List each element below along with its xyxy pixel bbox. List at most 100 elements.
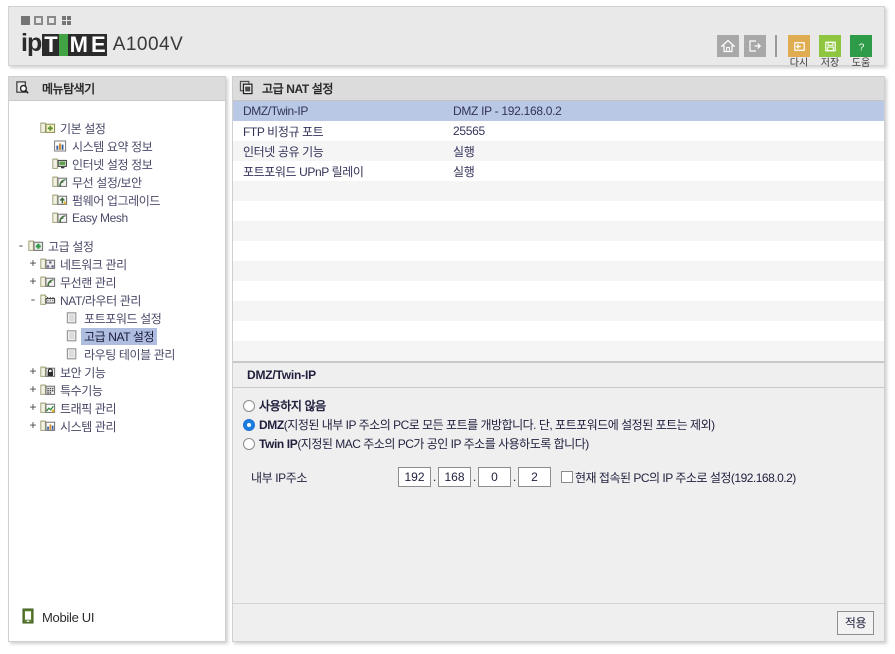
- expand-icon[interactable]: +: [27, 366, 39, 378]
- sidebar-item-6[interactable]: - 고급 설정: [9, 237, 225, 255]
- sidebar-item-9[interactable]: - NAT/라우터 관리: [9, 291, 225, 309]
- sidebar-item-label: Easy Mesh: [72, 211, 128, 225]
- wireless-icon: [51, 211, 69, 225]
- main-panel-title: 고급 NAT 설정: [262, 82, 333, 96]
- table-row[interactable]: 포트포워드 UPnP 릴레이 실행: [233, 161, 884, 181]
- expand-icon[interactable]: +: [27, 402, 39, 414]
- dmz-option-row-1[interactable]: DMZ (지정된 내부 IP 주소의 PC로 모든 포트를 개방합니다. 단, …: [243, 415, 884, 434]
- dmz-option-radio-0[interactable]: [243, 399, 255, 412]
- router-icon: [39, 293, 57, 307]
- expand-icon[interactable]: +: [27, 258, 39, 270]
- table-row-empty: [233, 201, 884, 221]
- save-button[interactable]: 저장: [817, 35, 843, 69]
- sidebar-header: 메뉴탐색기: [9, 77, 225, 101]
- monitor-icon: [51, 157, 69, 171]
- traffic-icon: [39, 401, 57, 415]
- help-icon[interactable]: ?: [850, 35, 872, 57]
- toolbar-divider: [775, 35, 777, 57]
- sidebar-item-10[interactable]: 포트포워드 설정: [9, 309, 225, 327]
- sidebar-item-15[interactable]: + 트래픽 관리: [9, 399, 225, 417]
- ip-octet-4[interactable]: [518, 467, 551, 487]
- use-current-pc-ip-checkbox-wrap[interactable]: 현재 접속된 PC의 IP 주소로 설정(192.168.0.2): [561, 469, 796, 486]
- sidebar-item-7[interactable]: + 네트워크 관리: [9, 255, 225, 273]
- table-row-empty: [233, 241, 884, 261]
- sidebar-item-12[interactable]: 라우팅 테이블 관리: [9, 345, 225, 363]
- reset-button-label: 다시: [789, 58, 809, 69]
- sidebar-item-5[interactable]: Easy Mesh: [9, 209, 225, 227]
- brand-logo: ip T M E A1004V: [21, 31, 183, 56]
- table-cell-value: DMZ IP - 192.168.0.2: [453, 104, 562, 118]
- brand-time-text: T M E: [42, 32, 107, 57]
- sidebar-item-label: 인터넷 설정 정보: [72, 157, 153, 172]
- sidebar-item-label: NAT/라우터 관리: [60, 293, 141, 308]
- help-button[interactable]: ? 도움: [848, 35, 874, 69]
- expand-icon[interactable]: +: [27, 276, 39, 288]
- sidebar-item-0[interactable]: 기본 설정: [9, 119, 225, 137]
- mobile-ui-link[interactable]: Mobile UI: [21, 608, 95, 627]
- collapse-icon[interactable]: -: [15, 240, 27, 252]
- chart-icon: [51, 139, 69, 153]
- table-row[interactable]: DMZ/Twin-IP DMZ IP - 192.168.0.2: [233, 101, 884, 121]
- sidebar-item-label: 무선 설정/보안: [72, 175, 142, 190]
- sidebar-item-label: 시스템 요약 정보: [72, 139, 153, 154]
- sidebar-item-3[interactable]: 무선 설정/보안: [9, 173, 225, 191]
- app-header: ip T M E A1004V 다시 저장 ? 도움: [8, 6, 885, 69]
- dmz-option-desc-1: (지정된 내부 IP 주소의 PC로 모든 포트를 개방합니다. 단, 포트포워…: [283, 418, 715, 432]
- sidebar-item-1[interactable]: 시스템 요약 정보: [9, 137, 225, 155]
- ip-octet-3[interactable]: [478, 467, 511, 487]
- ip-octet-1[interactable]: [398, 467, 431, 487]
- wireless-icon: [39, 275, 57, 289]
- table-row-empty: [233, 321, 884, 341]
- use-current-pc-ip-checkbox[interactable]: [561, 471, 573, 483]
- expand-icon[interactable]: +: [27, 384, 39, 396]
- sidebar-item-label: 시스템 관리: [60, 419, 117, 434]
- window-mark-filled: [21, 16, 30, 25]
- table-row[interactable]: 인터넷 공유 기능 실행: [233, 141, 884, 161]
- sidebar-item-11[interactable]: 고급 NAT 설정: [9, 327, 225, 345]
- brand-ip-text: ip: [21, 29, 42, 57]
- dmz-section-body: 사용하지 않음 DMZ (지정된 내부 IP 주소의 PC로 모든 포트를 개방합…: [233, 388, 884, 487]
- dmz-option-row-0[interactable]: 사용하지 않음: [243, 396, 884, 415]
- ip-separator-1: .: [432, 470, 437, 484]
- sidebar-item-label: 특수기능: [60, 383, 103, 398]
- nat-summary-table: DMZ/Twin-IP DMZ IP - 192.168.0.2 FTP 비정규 포…: [233, 101, 884, 362]
- collapse-icon[interactable]: -: [27, 294, 39, 306]
- window-mark-hollow-2: [47, 16, 56, 25]
- internal-ip-label: 내부 IP주소: [251, 470, 308, 485]
- ip-octet-2[interactable]: [438, 467, 471, 487]
- sidebar-item-label: 기본 설정: [60, 121, 106, 136]
- sidebar-item-8[interactable]: + 무선랜 관리: [9, 273, 225, 291]
- logout-icon[interactable]: [744, 35, 766, 57]
- table-row[interactable]: FTP 비정규 포트 25565: [233, 121, 884, 141]
- table-cell-value: 25565: [453, 124, 485, 138]
- save-icon[interactable]: [819, 35, 841, 57]
- sidebar-item-label: 고급 설정: [48, 239, 94, 254]
- table-cell-value: 실행: [453, 144, 475, 159]
- expand-icon[interactable]: +: [27, 420, 39, 432]
- sidebar-item-label: 펌웨어 업그레이드: [72, 193, 161, 208]
- sidebar-item-2[interactable]: 인터넷 설정 정보: [9, 155, 225, 173]
- brand-letter-i-green: [58, 34, 68, 56]
- sidebar-item-label: 트래픽 관리: [60, 401, 117, 416]
- reset-button[interactable]: 다시: [786, 35, 812, 69]
- page-icon: [63, 329, 81, 343]
- folder-basic-icon: [39, 121, 57, 135]
- dmz-option-row-2[interactable]: Twin IP (지정된 MAC 주소의 PC가 공인 IP 주소를 사용하도록…: [243, 434, 884, 453]
- sidebar-item-16[interactable]: + 시스템 관리: [9, 417, 225, 435]
- dmz-option-radio-1[interactable]: [243, 418, 255, 431]
- mobile-ui-label: Mobile UI: [42, 610, 95, 625]
- reset-icon[interactable]: [788, 35, 810, 57]
- page-icon: [63, 311, 81, 325]
- sidebar-item-4[interactable]: 펌웨어 업그레이드: [9, 191, 225, 209]
- brand-letter-e: E: [89, 32, 107, 57]
- dmz-option-radio-2[interactable]: [243, 437, 255, 450]
- ip-separator-3: .: [512, 470, 517, 484]
- sidebar-item-13[interactable]: + 보안 기능: [9, 363, 225, 381]
- sidebar-item-label: 라우팅 테이블 관리: [84, 347, 175, 362]
- use-current-pc-ip-label: 현재 접속된 PC의 IP 주소로 설정(192.168.0.2): [575, 470, 796, 485]
- apply-button[interactable]: 적용: [836, 610, 874, 635]
- sidebar-item-label: 포트포워드 설정: [84, 311, 162, 326]
- svg-text:?: ?: [858, 42, 864, 53]
- home-icon[interactable]: [717, 35, 739, 57]
- sidebar-item-14[interactable]: + 특수기능: [9, 381, 225, 399]
